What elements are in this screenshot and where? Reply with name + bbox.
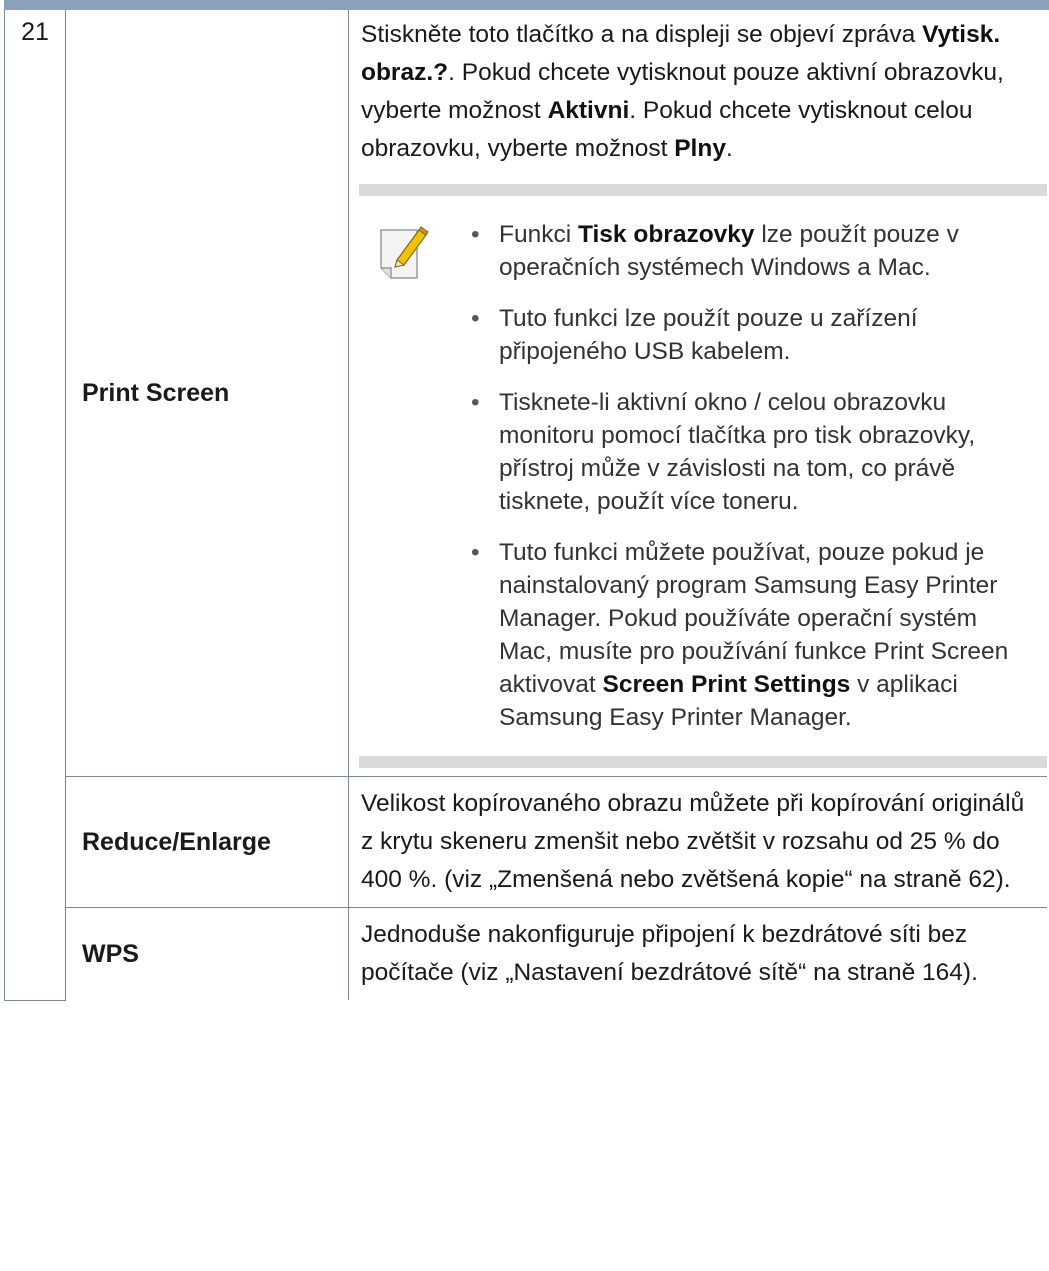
label-print-screen: Print Screen: [65, 10, 349, 777]
row-number: 21: [4, 10, 66, 1001]
desc-wps: Jednoduše nakonfiguruje připojení k bezd…: [348, 907, 1047, 1000]
desc-text: Stiskněte toto tlačítko a na displeji se…: [361, 21, 923, 48]
note-bold: Tisk obrazovky: [577, 221, 755, 248]
desc-bold-aktivni: Aktivni: [547, 97, 630, 124]
top-rule: [4, 0, 1049, 10]
note-pencil-icon: [380, 226, 429, 279]
list-item: Funkci Tisk obrazovky lze použít pouze v…: [467, 218, 1027, 284]
table-row-wps: WPS Jednoduše nakonfiguruje připojení k …: [5, 907, 1047, 1000]
note-list: Funkci Tisk obrazovky lze použít pouze v…: [379, 218, 1027, 734]
list-item: Tuto funkci lze použít pouze u zařízení …: [467, 302, 1027, 368]
table-row-print-screen: 21 Print Screen Stiskněte toto tlačítko …: [4, 10, 1047, 1001]
table-row-reduce-enlarge: Reduce/Enlarge Velikost kopírovaného obr…: [5, 776, 1047, 908]
desc-reduce-enlarge: Velikost kopírovaného obrazu můžete při …: [348, 776, 1047, 908]
note-bold: Screen Print Settings: [602, 671, 851, 698]
label-wps: WPS: [65, 907, 349, 1000]
list-item: Tuto funkci můžete používat, pouze pokud…: [467, 536, 1027, 734]
desc-bold-plny: Plny: [674, 135, 726, 162]
note-text: Funkci: [499, 221, 578, 248]
desc-text: .: [725, 135, 733, 162]
desc-print-screen: Stiskněte toto tlačítko a na displeji se…: [348, 10, 1047, 777]
list-item: Tisknete-li aktivní okno / celou obrazov…: [467, 386, 1027, 518]
label-reduce-enlarge: Reduce/Enlarge: [65, 776, 349, 908]
control-panel-table: 21 Print Screen Stiskněte toto tlačítko …: [4, 10, 1047, 1001]
desc-paragraph: Stiskněte toto tlačítko a na displeji se…: [361, 16, 1041, 168]
note-box: Funkci Tisk obrazovky lze použít pouze v…: [359, 184, 1047, 768]
